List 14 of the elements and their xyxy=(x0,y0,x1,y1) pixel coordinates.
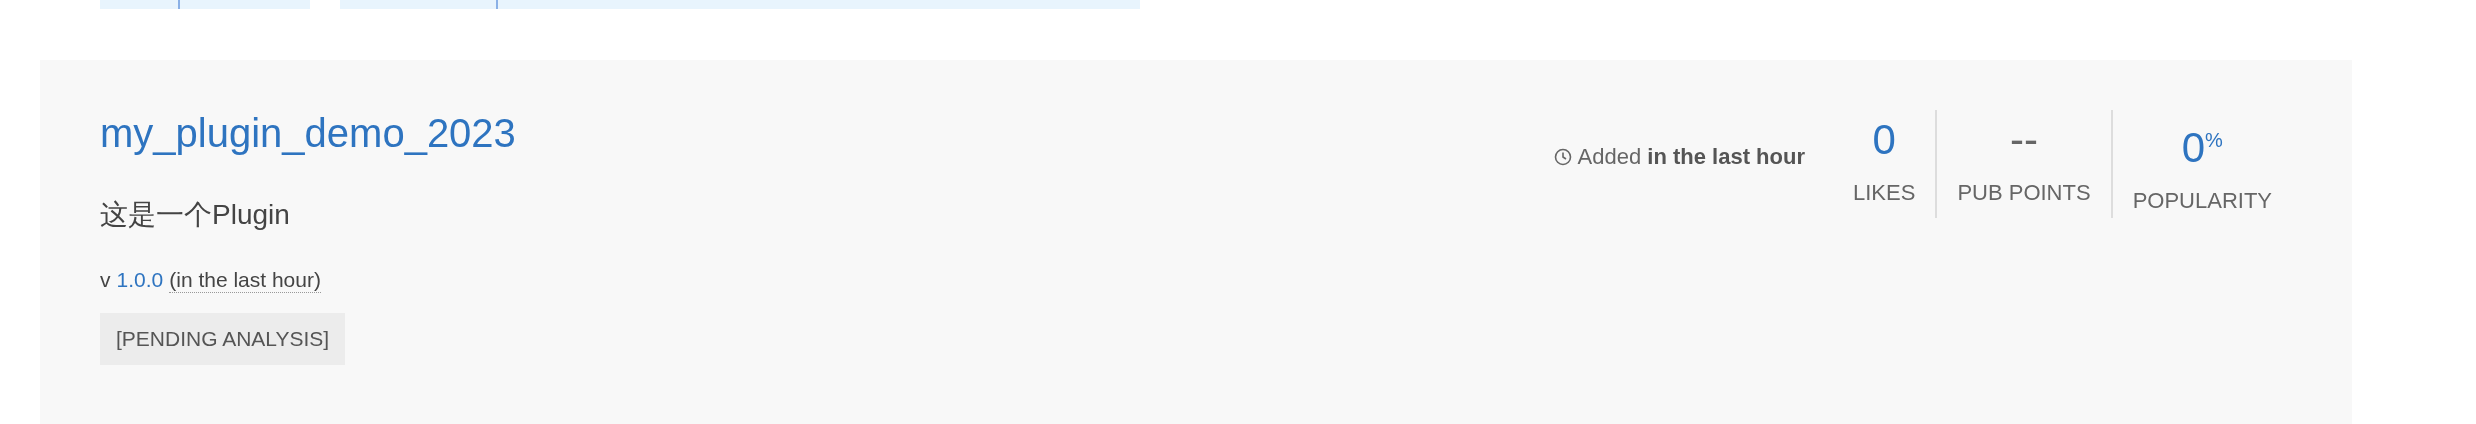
version-prefix: v xyxy=(100,268,111,293)
added-time: Added in the last hour xyxy=(1577,144,1805,170)
stat-label: PUB POINTS xyxy=(1957,180,2091,207)
version-age: (in the last hour) xyxy=(169,268,321,293)
package-description: 这是一个Plugin xyxy=(100,198,291,232)
stat-value: -- xyxy=(2010,115,2038,165)
clock-icon xyxy=(1553,148,1572,166)
status-tag: [PENDING ANALYSIS] xyxy=(100,313,346,365)
version-link[interactable]: 1.0.0 xyxy=(116,268,164,293)
stat-label: LIKES xyxy=(1853,180,1916,207)
stat-value: 0 xyxy=(1872,115,1896,165)
stat-value: 0$^{%}$ xyxy=(2181,123,2223,173)
stat-label: POPULARITY xyxy=(2132,188,2272,215)
package-title-link[interactable]: my_plugin_demo_2023 xyxy=(100,110,516,156)
